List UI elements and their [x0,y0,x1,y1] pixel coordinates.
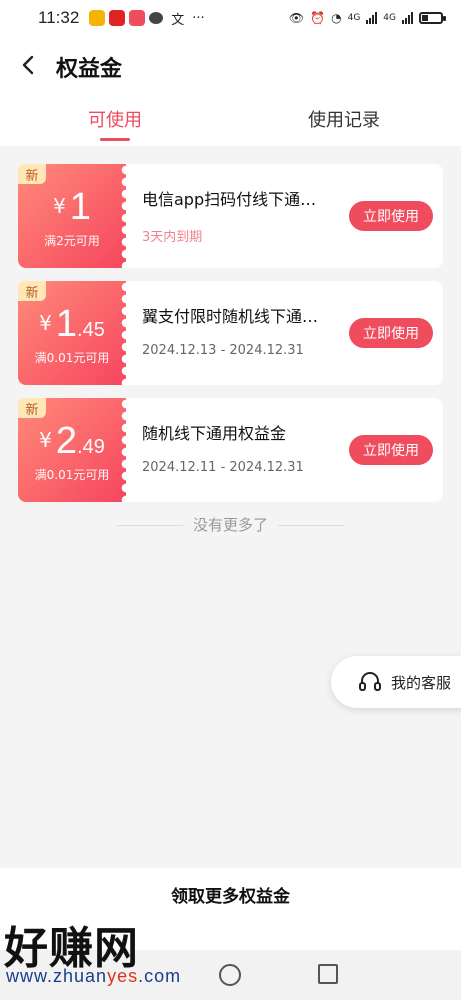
network-label-2: 4G [383,13,396,23]
coupon-amount: ¥1.45 [18,303,126,346]
coupon-title: 翼支付限时随机线下通… [142,307,319,326]
more-icon: ··· [192,10,205,26]
coupon-amount-panel: 新 ¥2.49 满0.01元可用 [18,398,132,502]
app-notification-icon [89,10,106,26]
use-now-button[interactable]: 立即使用 [349,201,433,231]
watermark-url-a: www.zhuan [6,966,108,986]
status-bar: 11:32 文 ··· 👁 ⏰ ◔ 4G 4G [0,0,461,36]
get-more-benefits-button[interactable]: 领取更多权益金 [0,882,461,907]
no-more-text: 没有更多了 [0,514,461,535]
tab-available[interactable]: 可使用 [88,106,142,132]
home-nav-icon[interactable] [219,964,241,986]
currency-symbol: ¥ [39,428,52,452]
amount-decimal: .49 [77,436,105,458]
coupon-amount: ¥2.49 [18,420,126,463]
coupon-condition: 满0.01元可用 [34,468,110,482]
status-indicators: 👁 ⏰ ◔ 4G 4G [288,11,446,25]
currency-symbol: ¥ [53,194,66,218]
chat-icon [149,12,164,24]
tab-usage-records[interactable]: 使用记录 [308,106,380,132]
app-notification-icon [109,10,126,26]
use-now-button[interactable]: 立即使用 [349,435,433,465]
amount-integer: 1 [69,186,91,228]
watermark-url: www.zhuanyes.com [6,966,181,987]
eye-icon: 👁 [288,11,305,25]
coupon-amount: ¥1 [18,186,126,229]
coupon-amount-panel: 新 ¥1 满2元可用 [18,164,132,268]
coupon-validity: 2024.12.11 - 2024.12.31 [142,460,304,475]
active-tab-indicator [100,138,130,141]
battery-icon [419,12,446,24]
coupon-card: 新 ¥1 满2元可用 电信app扫码付线下通… 3天内到期 立即使用 [18,164,443,268]
amount-integer: 1 [55,303,78,345]
new-badge: 新 [18,281,46,301]
coupon-condition: 满0.01元可用 [34,351,110,365]
network-label: 4G [347,13,361,23]
signal-icon [366,12,378,24]
coupon-expiry: 3天内到期 [142,230,203,245]
new-badge: 新 [18,398,46,418]
amount-decimal: .45 [77,319,105,341]
status-app-icons: 文 ··· [89,9,205,28]
alarm-icon: ⏰ [310,11,326,25]
customer-service-button[interactable]: 我的客服 [331,656,461,708]
header: 权益金 [0,36,461,94]
coupon-title: 电信app扫码付线下通… [142,190,317,209]
no-more-label: 没有更多了 [192,516,268,534]
new-badge: 新 [18,164,46,184]
wifi-icon: ◔ [331,11,342,25]
page-title: 权益金 [56,57,123,82]
watermark-url-b: yes [107,966,139,986]
recent-apps-nav-icon[interactable] [318,964,338,984]
status-time: 11:32 [38,8,80,27]
watermark-url-c: .com [138,966,182,986]
use-now-button[interactable]: 立即使用 [349,318,433,348]
signal-icon-2 [402,12,413,24]
coupon-condition: 满2元可用 [44,234,100,248]
coupon-validity: 2024.12.13 - 2024.12.31 [142,343,304,358]
app-notification-icon [129,10,146,26]
coupon-card: 新 ¥2.49 满0.01元可用 随机线下通用权益金 2024.12.11 - … [18,398,443,502]
text-icon: 文 [171,12,185,28]
customer-service-label: 我的客服 [391,673,452,692]
coupon-card: 新 ¥1.45 满0.01元可用 翼支付限时随机线下通… 2024.12.13 … [18,281,443,385]
tab-bar: 可使用 使用记录 [0,94,461,146]
back-icon[interactable] [18,54,40,76]
coupon-title: 随机线下通用权益金 [142,424,287,443]
currency-symbol: ¥ [39,311,52,335]
amount-integer: 2 [55,420,78,462]
headset-icon [359,672,381,691]
coupon-amount-panel: 新 ¥1.45 满0.01元可用 [18,281,132,385]
